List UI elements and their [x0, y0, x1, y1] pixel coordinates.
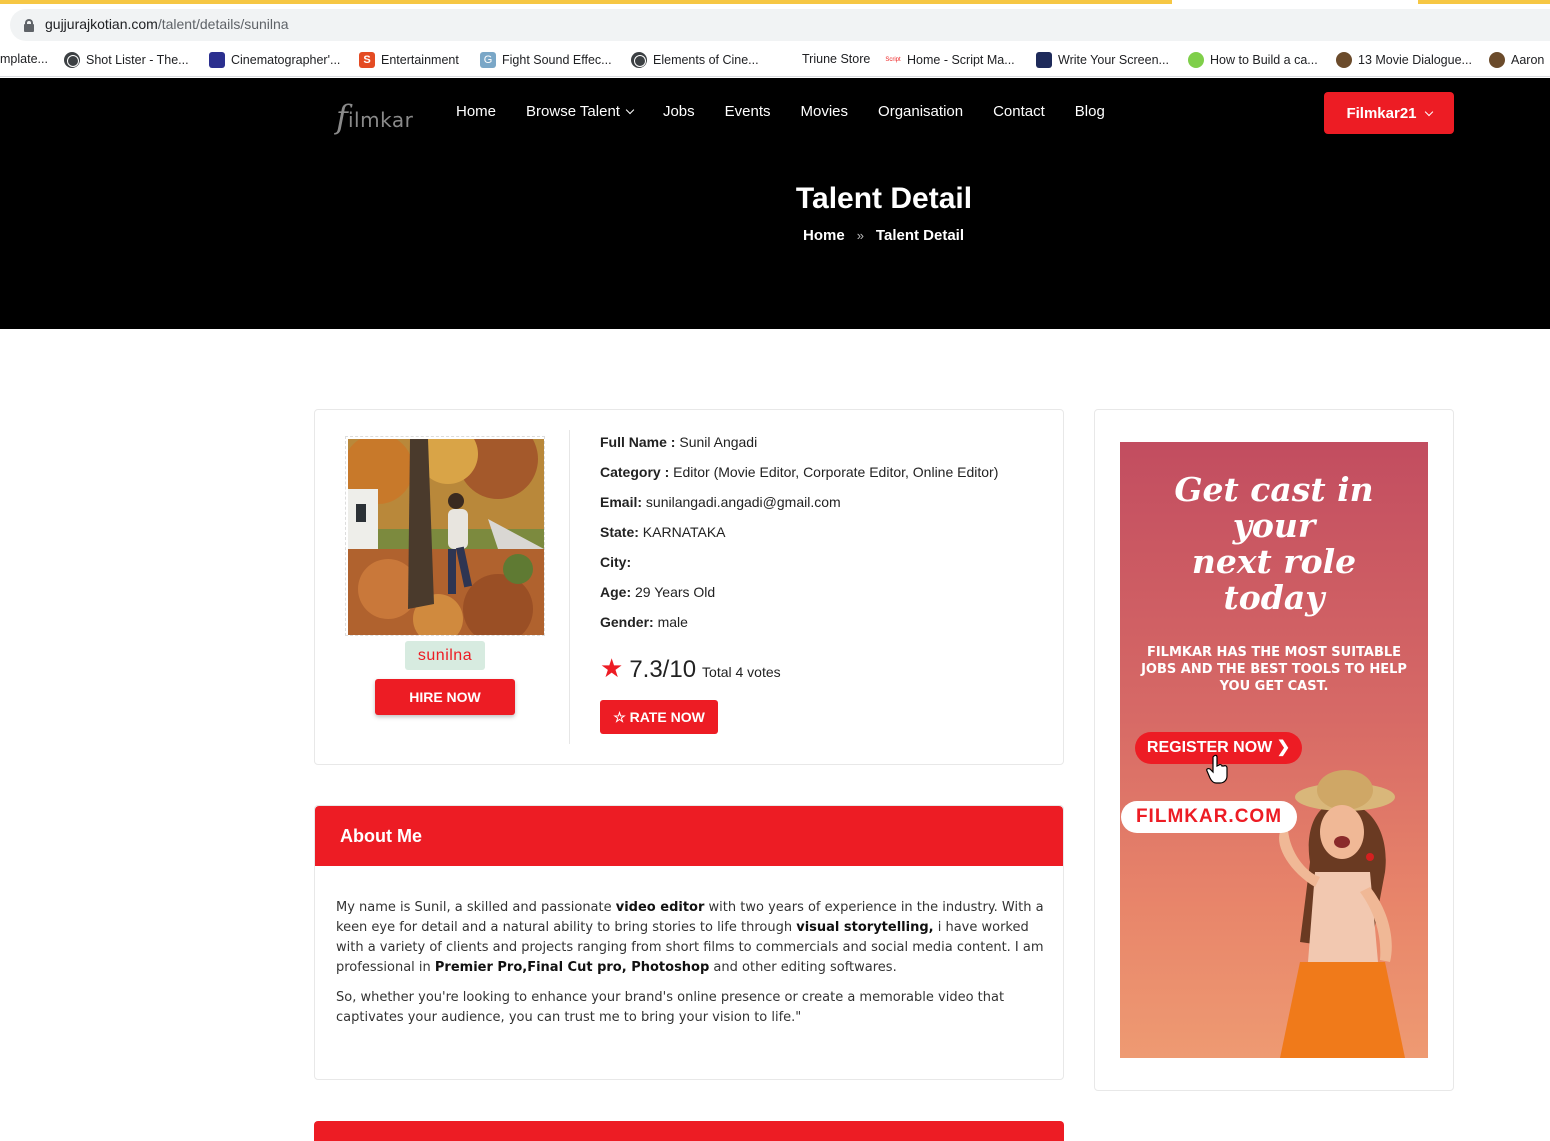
address-bar[interactable]: gujjurajkotian.com/talent/details/suniln… [0, 4, 1550, 44]
ad-headline: Get cast in your next role today [1174, 470, 1374, 617]
main-nav: Home Browse Talent Jobs Events Movies Or… [456, 103, 1135, 120]
about-paragraph-1: My name is Sunil, a skilled and passiona… [336, 898, 1046, 978]
bookmark-item[interactable]: Triune Store [802, 52, 870, 66]
nav-movies[interactable]: Movies [801, 103, 849, 120]
profile-photo-frame [345, 436, 545, 636]
bookmark-label: Shot Lister - The... [86, 53, 189, 67]
bookmark-label: How to Build a ca... [1210, 53, 1318, 67]
next-section-header [314, 1121, 1064, 1141]
rating-summary: ★ 7.3/10 Total 4 votes [600, 655, 781, 684]
divider [569, 430, 570, 744]
bookmark-label: Aaron [1511, 53, 1545, 67]
talent-details: Full Name : Sunil Angadi Category : Edit… [600, 432, 998, 642]
detail-state: State: KARNATAKA [600, 524, 726, 540]
bookmark-item[interactable]: Script Home - Script Ma... [885, 52, 1015, 68]
g-icon: G [480, 52, 496, 68]
ad-subtext: FILMKAR HAS THE MOST SUITABLE JOBS AND T… [1141, 645, 1407, 694]
about-text-run: My name is Sunil, a skilled and passiona… [336, 900, 616, 915]
bookmark-label: Entertainment [381, 53, 459, 67]
nav-events[interactable]: Events [725, 103, 771, 120]
rate-now-button[interactable]: ☆ RATE NOW [600, 700, 718, 734]
about-text-run: and other editing softwares. [709, 960, 897, 975]
camera-icon [1336, 52, 1352, 68]
advertisement-banner[interactable]: Get cast in your next role today FILMKAR HA… [1120, 442, 1428, 1058]
star-icon: ★ [600, 653, 624, 683]
nav-organisation[interactable]: Organisation [878, 103, 963, 120]
bookmark-item[interactable]: G Fight Sound Effec... [480, 52, 612, 68]
rating-value: 7.3/10 [629, 656, 697, 683]
about-highlight: video editor [615, 900, 705, 915]
chevron-down-icon [625, 105, 635, 115]
bookmark-item[interactable]: S Entertainment [359, 52, 459, 68]
s-icon: S [359, 52, 375, 68]
bookmark-item[interactable]: Cinematographer'... [209, 52, 340, 68]
bookmark-item[interactable]: mplate... [0, 52, 48, 66]
about-text: My name is Sunil, a skilled and passiona… [336, 898, 1046, 1038]
detail-email: Email: sunilangadi.angadi@gmail.com [600, 494, 841, 510]
nav-blog[interactable]: Blog [1075, 103, 1105, 120]
bookmarks-bar: mplate... Shot Lister - The... Cinematogra… [0, 44, 1550, 77]
bookmark-label: Home - Script Ma... [907, 53, 1015, 67]
camera-icon [1489, 52, 1505, 68]
profile-card: sunilna HIRE NOW Full Name : Sunil Angad… [314, 409, 1064, 765]
profile-photo [348, 439, 544, 635]
bookmark-item[interactable]: Elements of Cine... [631, 52, 759, 68]
breadcrumb-current: Talent Detail [875, 227, 964, 244]
double-chevron-right-icon: » [856, 228, 864, 243]
bookmark-label: Elements of Cine... [653, 53, 759, 67]
about-title: About Me [315, 806, 1063, 866]
bookmark-label: Fight Sound Effec... [502, 53, 612, 67]
detail-category: Category : Editor (Movie Editor, Corpora… [600, 464, 999, 480]
write-icon [1036, 52, 1052, 68]
username-badge: sunilna [405, 641, 485, 670]
nav-jobs[interactable]: Jobs [663, 103, 695, 120]
ad-site-url: FILMKAR.COM [1121, 801, 1297, 833]
hire-now-button[interactable]: HIRE NOW [375, 679, 515, 715]
bookmark-label: Triune Store [802, 52, 871, 66]
bookmark-label: 13 Movie Dialogue... [1358, 53, 1472, 67]
about-highlight: visual storytelling, [796, 920, 934, 935]
ad-card: Get cast in your next role today FILMKAR HA… [1094, 409, 1454, 1091]
bookmark-item[interactable]: 13 Movie Dialogue... [1336, 52, 1472, 68]
about-paragraph-2: So, whether you're looking to enhance yo… [336, 990, 1005, 1025]
nav-browse-talent[interactable]: Browse Talent [526, 103, 635, 120]
user-menu-button[interactable]: Filmkar21 [1324, 92, 1454, 134]
filmkar-logo[interactable]: f ilmkar [336, 98, 422, 136]
breadcrumb-home[interactable]: Home [803, 227, 845, 244]
lock-icon[interactable] [24, 19, 34, 32]
bookmark-label: Write Your Screen... [1058, 53, 1169, 67]
build-icon [1188, 52, 1204, 68]
rating-total: Total 4 votes [702, 664, 781, 680]
bookmark-label: Cinematographer'... [231, 53, 341, 67]
bookmark-item[interactable]: Write Your Screen... [1036, 52, 1169, 68]
hand-cursor-icon [1206, 754, 1228, 784]
bookmark-item[interactable]: Shot Lister - The... [64, 52, 189, 68]
detail-full-name: Full Name : Sunil Angadi [600, 434, 758, 450]
breadcrumb: Home » Talent Detail [803, 227, 964, 244]
detail-age: Age: 29 Years Old [600, 584, 716, 600]
detail-city: City: [600, 554, 632, 570]
site-header: f ilmkar Home Browse Talent Jobs Events M… [0, 78, 1550, 329]
globe-icon [64, 52, 80, 68]
bookmark-item[interactable]: How to Build a ca... [1188, 52, 1318, 68]
nav-home[interactable]: Home [456, 103, 496, 120]
globe-icon [631, 52, 647, 68]
about-card: About Me My name is Sunil, a skilled and… [314, 805, 1064, 1080]
url-text[interactable]: gujjurajkotian.com/talent/details/suniln… [45, 16, 289, 32]
bookmark-label: mplate... [0, 52, 48, 66]
film-icon [209, 52, 225, 68]
chevron-down-icon [1424, 107, 1433, 116]
detail-gender: Gender: male [600, 614, 688, 630]
page-title: Talent Detail [795, 182, 973, 215]
bookmark-item[interactable]: Aaron [1489, 52, 1544, 68]
about-highlight: Premier Pro,Final Cut pro, Photoshop [434, 960, 710, 975]
script-icon: Script [885, 52, 901, 68]
nav-contact[interactable]: Contact [993, 103, 1045, 120]
